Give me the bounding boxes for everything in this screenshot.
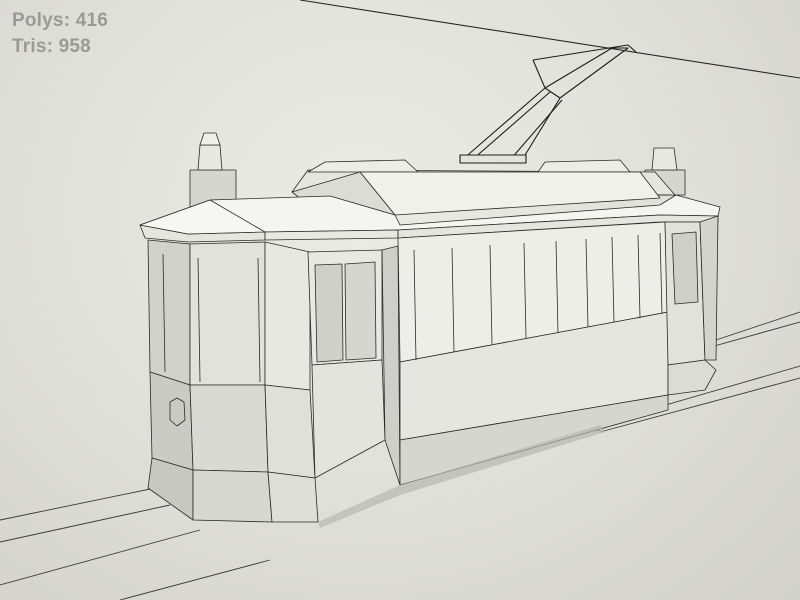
3d-viewport[interactable]: Polys: 416 Tris: 958 (0, 0, 800, 600)
rear-cab (664, 215, 719, 396)
polys-count: Polys: 416 (12, 10, 108, 31)
roof-vent-left (189, 132, 237, 211)
front-cab (147, 239, 319, 523)
overhead-wire (299, 0, 800, 79)
front-door (307, 245, 401, 486)
tris-count: Tris: 958 (12, 36, 91, 57)
poly-stats-overlay: Polys: 416 Tris: 958 (12, 8, 108, 60)
tram-model-render (0, 0, 800, 600)
pantograph (459, 44, 637, 164)
